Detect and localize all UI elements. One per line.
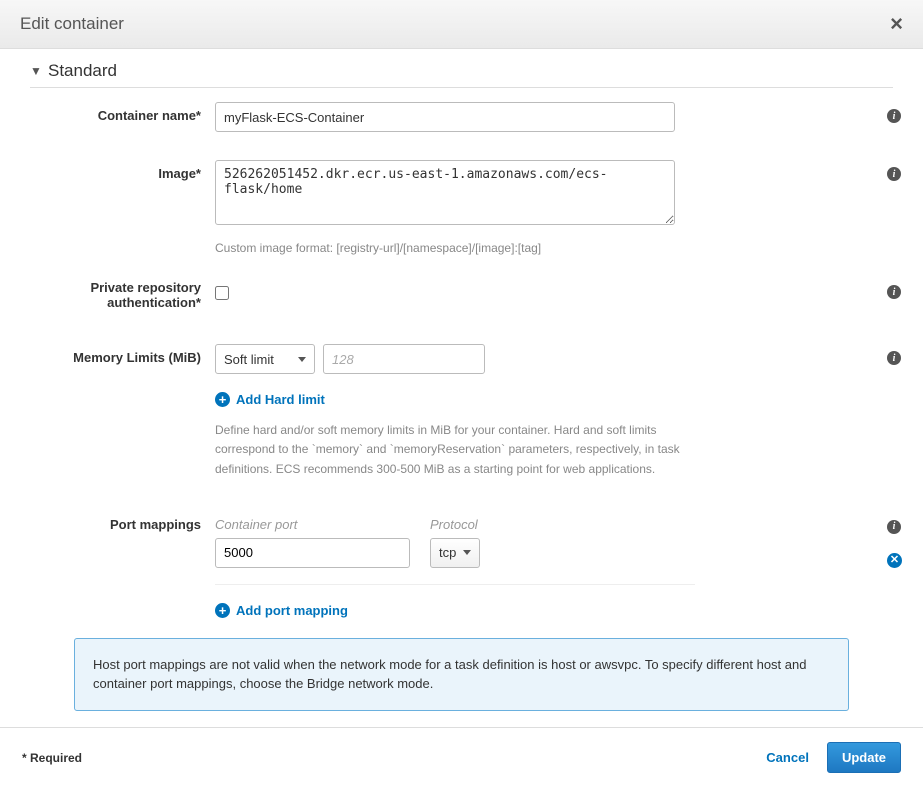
required-note: * Required [22,751,82,765]
label-container-name: Container name* [30,102,215,123]
info-icon[interactable]: i [887,109,901,123]
close-icon[interactable]: × [890,13,903,35]
image-input[interactable] [215,160,675,225]
modal-header: Edit container × [0,0,923,49]
label-port-mappings: Port mappings [30,517,215,532]
memory-help-text: Define hard and/or soft memory limits in… [215,421,695,479]
section-standard: ▼ Standard Container name* i Image* i Cu… [0,49,923,711]
label-memory-limits: Memory Limits (MiB) [30,344,215,365]
chevron-down-icon [298,357,306,362]
info-icon[interactable]: i [887,520,901,534]
modal-footer: * Required Cancel Update [0,727,923,787]
info-icon[interactable]: i [887,351,901,365]
section-standard-header[interactable]: ▼ Standard [30,61,893,88]
row-container-name: Container name* i [30,102,893,132]
image-help-text: Custom image format: [registry-url]/[nam… [215,239,541,258]
add-hard-limit-button[interactable]: + Add Hard limit [215,392,325,407]
info-icon[interactable]: i [887,167,901,181]
container-port-input[interactable] [215,538,410,568]
memory-limit-type-value: Soft limit [224,352,274,367]
remove-port-mapping-button[interactable]: ✕ [887,553,902,568]
modal-title: Edit container [20,14,124,34]
plus-icon: + [215,392,230,407]
section-standard-title: Standard [48,61,117,81]
add-port-mapping-button[interactable]: + Add port mapping [215,603,348,618]
chevron-down-icon [463,550,471,555]
port-col-header-protocol: Protocol [430,517,480,532]
info-icon[interactable]: i [887,285,901,299]
modal-body: ▼ Standard Container name* i Image* i Cu… [0,49,923,719]
divider [215,584,695,585]
plus-icon: + [215,603,230,618]
row-private-repo: Private repository authentication* i [30,278,893,310]
memory-limit-input[interactable] [323,344,485,374]
chevron-down-icon: ▼ [30,64,40,78]
container-name-input[interactable] [215,102,675,132]
add-port-mapping-label: Add port mapping [236,603,348,618]
label-private-repo: Private repository authentication* [30,278,215,310]
update-button[interactable]: Update [827,742,901,773]
protocol-select[interactable]: tcp [430,538,480,568]
protocol-value: tcp [439,545,456,560]
row-memory-limits: Memory Limits (MiB) Soft limit i + Add H… [30,344,893,479]
private-repo-checkbox[interactable] [215,286,229,300]
row-port-mappings: Port mappings Container port Protocol tc… [30,517,893,618]
memory-limit-type-select[interactable]: Soft limit [215,344,315,374]
cancel-button[interactable]: Cancel [766,750,809,765]
port-col-header-port: Container port [215,517,410,532]
add-hard-limit-label: Add Hard limit [236,392,325,407]
row-image: Image* i Custom image format: [registry-… [30,160,893,258]
info-box-network-mode: Host port mappings are not valid when th… [74,638,849,711]
label-image: Image* [30,160,215,181]
